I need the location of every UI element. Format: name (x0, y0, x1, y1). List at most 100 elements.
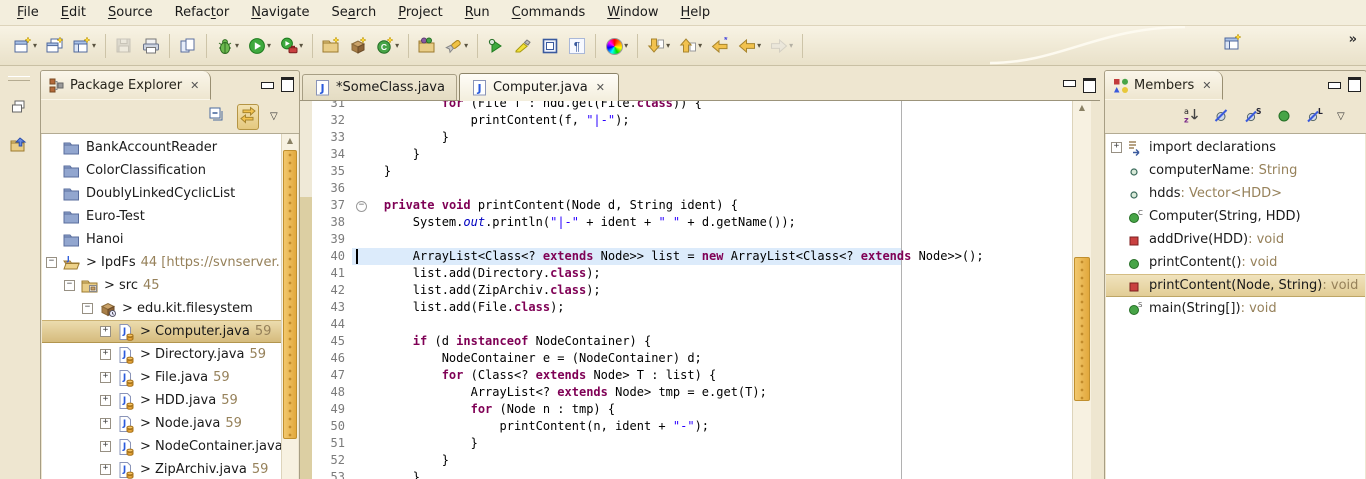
dropdown-arrow-icon[interactable]: ▾ (666, 42, 670, 50)
debug-button[interactable]: ▾ (214, 35, 241, 57)
run-button[interactable]: ▾ (246, 35, 273, 57)
save-button[interactable] (113, 35, 135, 57)
tree-item[interactable]: −> edu.kit.filesystem (42, 297, 282, 320)
tree-item[interactable]: +J> HDD.java59 (42, 389, 282, 412)
code-line[interactable]: System.out.println("|-" + ident + " " + … (355, 214, 796, 231)
code-line[interactable]: } (355, 163, 391, 180)
dropdown-arrow-icon[interactable]: ▾ (757, 42, 761, 50)
tree-item[interactable]: +BankAccountReader (42, 136, 282, 159)
last-edit-location-button[interactable]: * (709, 35, 731, 57)
menu-navigate[interactable]: Navigate (240, 2, 320, 23)
fold-collapse-icon[interactable]: − (356, 201, 367, 212)
tree-item[interactable]: +J> NodeContainer.java59 (42, 435, 282, 458)
code-line[interactable]: ArrayList<? extends Node> tmp = e.get(T)… (355, 384, 767, 401)
code-line[interactable]: ArrayList<Class<? extends Node>> list = … (355, 248, 984, 265)
open-perspective-button[interactable] (1222, 32, 1244, 54)
sort-button[interactable]: az (1180, 104, 1202, 130)
collapse-toggle-icon[interactable]: − (46, 257, 57, 268)
scroll-up-arrow[interactable]: ▲ (1073, 101, 1091, 115)
minimize-button[interactable] (1063, 80, 1076, 87)
member-item[interactable]: +import declarations (1106, 136, 1365, 159)
code-line[interactable]: list.add(ZipArchiv.class); (355, 282, 601, 299)
code-line[interactable]: list.add(File.class); (355, 299, 565, 316)
member-item[interactable]: printContent(Node, String) : void (1106, 274, 1365, 297)
print-button[interactable] (140, 35, 162, 57)
member-item[interactable]: hdds : Vector<HDD> (1106, 182, 1365, 205)
open-type-button[interactable] (416, 35, 438, 57)
collapse-all-button[interactable] (206, 104, 228, 130)
close-icon[interactable]: ✕ (594, 81, 607, 94)
menu-source[interactable]: Source (97, 2, 164, 23)
member-item[interactable]: Smain(String[]) : void (1106, 297, 1365, 320)
maximize-button[interactable] (1348, 77, 1361, 92)
members-list[interactable]: +import declarationscomputerName : Strin… (1106, 134, 1365, 479)
hide-local-types-button[interactable]: L (1304, 104, 1326, 130)
package-explorer-tab[interactable]: Package Explorer ✕ (41, 71, 211, 100)
member-item[interactable]: printContent() : void (1106, 251, 1365, 274)
code-line[interactable]: for (Class<? extends Node> T : list) { (355, 367, 716, 384)
copy-resource-button[interactable] (177, 35, 199, 57)
menu-help[interactable]: Help (670, 2, 722, 23)
scroll-up-arrow[interactable]: ▲ (282, 134, 298, 148)
editor-tab[interactable]: JComputer.java✕ (459, 73, 619, 101)
dropdown-arrow-icon[interactable]: ▾ (33, 42, 37, 50)
package-explorer-tree[interactable]: +BankAccountReader+ColorClassification+D… (42, 134, 282, 479)
collapse-toggle-icon[interactable]: − (82, 303, 93, 314)
hide-static-button[interactable]: S (1242, 104, 1264, 130)
code-editor[interactable]: for (File f : hdd.get(File.class)) { pri… (300, 101, 1072, 479)
dropdown-arrow-icon[interactable]: ▾ (92, 42, 96, 50)
tree-item[interactable]: +Euro-Test (42, 205, 282, 228)
show-public-button[interactable] (1273, 104, 1295, 130)
expand-toggle-icon[interactable]: + (100, 395, 111, 406)
tree-item[interactable]: +ColorClassification (42, 159, 282, 182)
new-window-button[interactable] (44, 35, 66, 57)
menu-run[interactable]: Run (454, 2, 501, 23)
maximize-button[interactable] (281, 77, 294, 92)
tree-item[interactable]: +J> Node.java59 (42, 412, 282, 435)
menu-refactor[interactable]: Refactor (164, 2, 241, 23)
show-whitespace-button[interactable]: ¶ (566, 35, 588, 57)
minimize-button[interactable] (1328, 82, 1341, 89)
maximize-button[interactable] (1083, 78, 1096, 93)
new-wizard-button[interactable]: ▾ (12, 35, 39, 57)
previous-annotation-button[interactable]: ▾ (677, 35, 704, 57)
code-line[interactable]: printContent(f, "|-"); (355, 112, 630, 129)
new-java-project-button[interactable] (320, 35, 342, 57)
editor-scrollbar[interactable]: ▲ (1072, 101, 1091, 479)
code-line[interactable]: for (File f : hdd.get(File.class)) { (355, 101, 702, 112)
dropdown-arrow-icon[interactable]: ▾ (698, 42, 702, 50)
tree-item[interactable]: +DoublyLinkedCyclicList (42, 182, 282, 205)
run-last-tool-button[interactable] (485, 35, 507, 57)
fast-view-handle[interactable] (8, 76, 30, 81)
code-line[interactable]: printContent(n, ident + "-"); (355, 418, 709, 435)
code-line[interactable]: } (355, 146, 420, 163)
dropdown-arrow-icon[interactable]: ▾ (464, 42, 468, 50)
restore-view-button[interactable] (7, 95, 31, 123)
expand-toggle-icon[interactable]: + (100, 418, 111, 429)
tree-item[interactable]: +Hanoi (42, 228, 282, 251)
new-view-button[interactable]: ▾ (71, 35, 98, 57)
expand-toggle-icon[interactable]: + (100, 349, 111, 360)
tree-item[interactable]: −> src45 (42, 274, 282, 297)
code-line[interactable]: } (355, 469, 420, 479)
member-item[interactable]: CComputer(String, HDD) (1106, 205, 1365, 228)
code-line[interactable]: } (355, 129, 449, 146)
dropdown-arrow-icon[interactable]: ▾ (235, 42, 239, 50)
new-class-button[interactable]: C▾ (374, 35, 401, 57)
show-selected-element-button[interactable] (539, 35, 561, 57)
mark-occurrences-button[interactable] (512, 35, 534, 57)
dropdown-arrow-icon[interactable]: ▾ (299, 42, 303, 50)
tree-item[interactable]: +J> Computer.java59 (42, 320, 282, 343)
member-item[interactable]: addDrive(HDD) : void (1106, 228, 1365, 251)
view-menu-button[interactable]: ▽ (1335, 106, 1357, 128)
scrollbar-thumb[interactable] (283, 150, 297, 439)
dropdown-arrow-icon[interactable]: ▾ (395, 42, 399, 50)
menu-window[interactable]: Window (596, 2, 669, 23)
code-line[interactable]: NodeContainer e = (NodeContainer) d; (355, 350, 702, 367)
menu-file[interactable]: File (6, 2, 50, 23)
dropdown-arrow-icon[interactable]: ▾ (624, 42, 628, 50)
collapse-toggle-icon[interactable]: − (64, 280, 75, 291)
run-external-tools-button[interactable]: ▾ (278, 35, 305, 57)
code-line[interactable]: private void printContent(Node d, String… (355, 197, 738, 214)
search-flashlight-button[interactable]: ▾ (443, 35, 470, 57)
